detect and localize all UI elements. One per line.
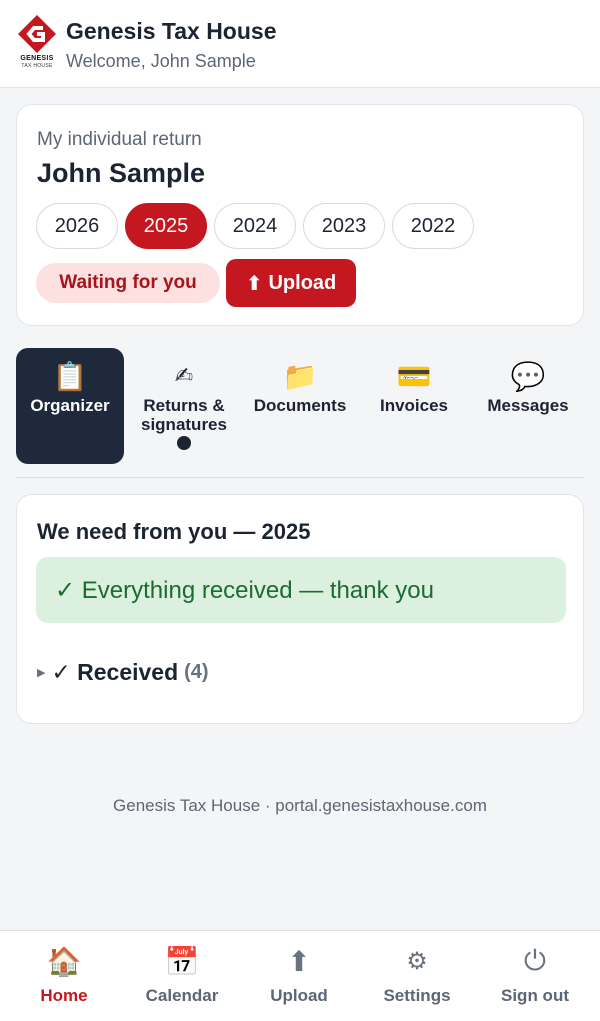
nav-settings[interactable]: ⚙ Settings [357,931,477,1021]
up-arrow-icon: ⬆ [287,945,311,977]
credit-card-icon: 💳 [396,360,432,392]
received-label: ✓ Received [51,659,179,685]
tab-organizer[interactable]: 📋 Organizer [16,348,124,464]
upload-button[interactable]: ⬆ Upload [226,259,356,307]
tab-documents-label: Documents [253,396,347,415]
upload-arrow-icon: ⬆ [245,272,263,295]
brand-title: Genesis Tax House [66,18,277,44]
nav-settings-label: Settings [383,986,451,1005]
tab-messages[interactable]: 💬 Messages [472,348,584,464]
return-type-label: My individual return [37,129,202,150]
folder-icon: 📁 [282,360,318,392]
clipboard-icon: 📋 [52,360,88,392]
welcome-text: Welcome, John Sample [66,51,256,71]
client-name: John Sample [37,158,206,188]
section-divider [16,477,584,478]
received-count: (4) [184,661,209,683]
nav-signout[interactable]: ⏻ Sign out [475,931,595,1021]
calendar-icon: 📅 [164,945,200,977]
app-header: GENESIS TAX HOUSE Genesis Tax House Welc… [0,0,600,88]
year-selector: 2026 2025 2024 2023 2022 [36,203,474,249]
nav-calendar[interactable]: 📅 Calendar [122,931,242,1021]
logo-mark-icon [18,15,56,53]
genesis-logo[interactable]: GENESIS TAX HOUSE [14,14,60,74]
year-pill-2025[interactable]: 2025 [125,203,207,249]
house-icon: 🏠 [46,945,82,977]
tab-documents[interactable]: 📁 Documents [244,348,356,464]
needs-card: We need from you — 2025 ✓ Everything rec… [16,494,584,724]
logo-wordmark: GENESIS [20,55,54,62]
nav-upload[interactable]: ⬆ Upload [239,931,359,1021]
year-pill-2023[interactable]: 2023 [303,203,385,249]
nav-signout-label: Sign out [501,986,569,1005]
nav-calendar-label: Calendar [145,986,219,1005]
nav-home-label: Home [40,986,88,1005]
bottom-nav: 🏠 Home 📅 Calendar ⬆ Upload ⚙ Settings ⏻ … [0,930,600,1021]
power-icon: ⏻ [523,944,547,976]
nav-home[interactable]: 🏠 Home [4,931,124,1021]
success-banner: ✓ Everything received — thank you [36,557,566,623]
tab-organizer-label: Organizer [30,396,110,415]
footer-text: Genesis Tax House · portal.genesistaxhou… [113,796,487,815]
tab-invoices-label: Invoices [379,396,449,415]
section-tabs: 📋 Organizer ✍ Returns & signatures 📁 Doc… [16,348,584,466]
year-pill-2024[interactable]: 2024 [214,203,296,249]
year-pill-2026[interactable]: 2026 [36,203,118,249]
disclosure-triangle-icon: ▶ [37,667,46,679]
upload-button-label: Upload [268,271,337,294]
tab-returns-label: Returns & signatures [141,396,227,434]
tab-invoices[interactable]: 💳 Invoices [364,348,464,464]
notification-dot [177,436,191,450]
tab-returns-signatures[interactable]: ✍ Returns & signatures [132,348,236,464]
needs-title: We need from you — 2025 [37,519,311,544]
nav-upload-label: Upload [270,986,328,1005]
status-badge: Waiting for you [36,263,220,303]
tab-messages-label: Messages [487,396,569,415]
received-toggle[interactable]: ▶ ✓ Received (4) [37,659,209,686]
logo-tagline: TAX HOUSE [21,63,53,69]
gear-icon: ⚙ [406,947,428,975]
speech-bubble-icon: 💬 [510,360,546,392]
year-pill-2022[interactable]: 2022 [392,203,474,249]
pen-signature-icon: ✍ [174,363,194,388]
return-card: My individual return John Sample 2026 20… [16,104,584,326]
